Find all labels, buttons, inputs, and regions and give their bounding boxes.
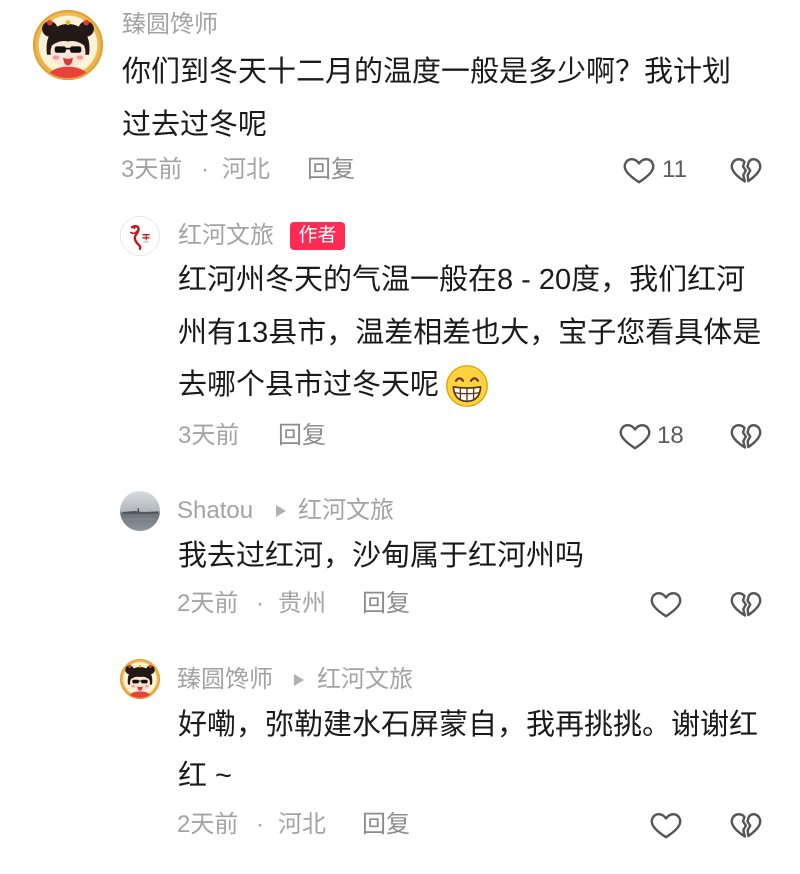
author-badge: 作者	[290, 222, 345, 250]
reply-text-line: 红 ~	[178, 760, 232, 792]
reply-to-arrow-icon	[294, 674, 304, 686]
reply-location: 河北	[278, 811, 326, 838]
reply-time: 3天前	[178, 422, 240, 449]
reply-text-line: 州有13县市，温差相差也大，宝子您看具体是	[178, 316, 762, 349]
like-button[interactable]	[649, 587, 683, 621]
user-avatar[interactable]	[120, 491, 160, 531]
comment-text-line: 你们到冬天十二月的温度一般是多少啊？我计划	[122, 56, 732, 88]
reply-text-line: 去哪个县市过冬天呢	[178, 369, 440, 401]
heart-outline-icon	[619, 424, 651, 450]
dislike-button[interactable]	[729, 587, 763, 621]
reply-text[interactable]: 好嘞，弥勒建水石屏蒙自，我再挑挑。谢谢红 红 ~	[178, 700, 758, 802]
reply-author-name[interactable]: Shatou	[177, 496, 253, 526]
like-count: 18	[657, 422, 684, 449]
reply-text[interactable]: 我去过红河，沙甸属于红河州吗	[178, 530, 584, 582]
reply-to-name[interactable]: 红河文旅	[298, 496, 394, 526]
like-button[interactable]: 18	[618, 419, 688, 453]
reply-author-name[interactable]: 红河文旅	[178, 221, 274, 251]
comment-text[interactable]: 你们到冬天十二月的温度一般是多少啊？我计划 过去过冬呢	[122, 46, 731, 152]
reply-button[interactable]: 回复	[278, 421, 326, 451]
comment-location: 河北	[222, 156, 270, 183]
like-count: 11	[662, 156, 687, 183]
reply-text-line-with-emoji: 去哪个县市过冬天呢	[178, 359, 761, 412]
reply-button[interactable]: 回复	[307, 155, 355, 185]
heart-outline-icon	[650, 813, 682, 839]
reply-text-line: 我去过红河，沙甸属于红河州吗	[178, 540, 585, 572]
dislike-button[interactable]	[729, 153, 763, 187]
like-button[interactable]: 11	[622, 153, 692, 187]
reply-time: 2天前	[177, 590, 239, 617]
broken-heart-icon	[730, 158, 762, 183]
broken-heart-icon	[730, 424, 762, 449]
comment-time: 3天前	[121, 156, 183, 183]
dislike-button[interactable]	[729, 808, 763, 842]
reply-to-name[interactable]: 红河文旅	[317, 665, 413, 695]
grinning-face-emoji-icon	[445, 365, 489, 408]
meta-separator: ·	[201, 156, 209, 183]
like-button[interactable]	[649, 808, 683, 842]
reply-text-line: 红河州冬天的气温一般在8 - 20度，我们红河	[178, 264, 746, 296]
meta-separator: ·	[256, 590, 264, 617]
reply-time: 2天前	[177, 811, 239, 838]
reply-to-arrow-icon	[276, 505, 286, 517]
user-avatar[interactable]	[33, 10, 103, 80]
comment-text-line: 过去过冬呢	[122, 109, 268, 141]
heart-outline-icon	[650, 592, 682, 618]
broken-heart-icon	[730, 592, 762, 617]
reply-text[interactable]: 红河州冬天的气温一般在8 - 20度，我们红河 州有13县市，温差相差也大，宝子…	[178, 254, 761, 412]
comment-author-name[interactable]: 臻圆馋师	[122, 10, 218, 40]
heart-outline-icon	[623, 158, 655, 184]
dislike-button[interactable]	[729, 419, 763, 453]
user-avatar[interactable]	[120, 659, 160, 699]
broken-heart-icon	[730, 813, 762, 838]
meta-separator: ·	[256, 811, 264, 838]
reply-location: 贵州	[278, 590, 326, 617]
reply-button[interactable]: 回复	[362, 589, 410, 619]
user-avatar[interactable]	[120, 216, 160, 256]
reply-text-line: 好嘞，弥勒建水石屏蒙自，我再挑挑。谢谢红	[178, 709, 759, 741]
reply-author-name[interactable]: 臻圆馋师	[177, 665, 273, 695]
reply-button[interactable]: 回复	[362, 810, 410, 840]
